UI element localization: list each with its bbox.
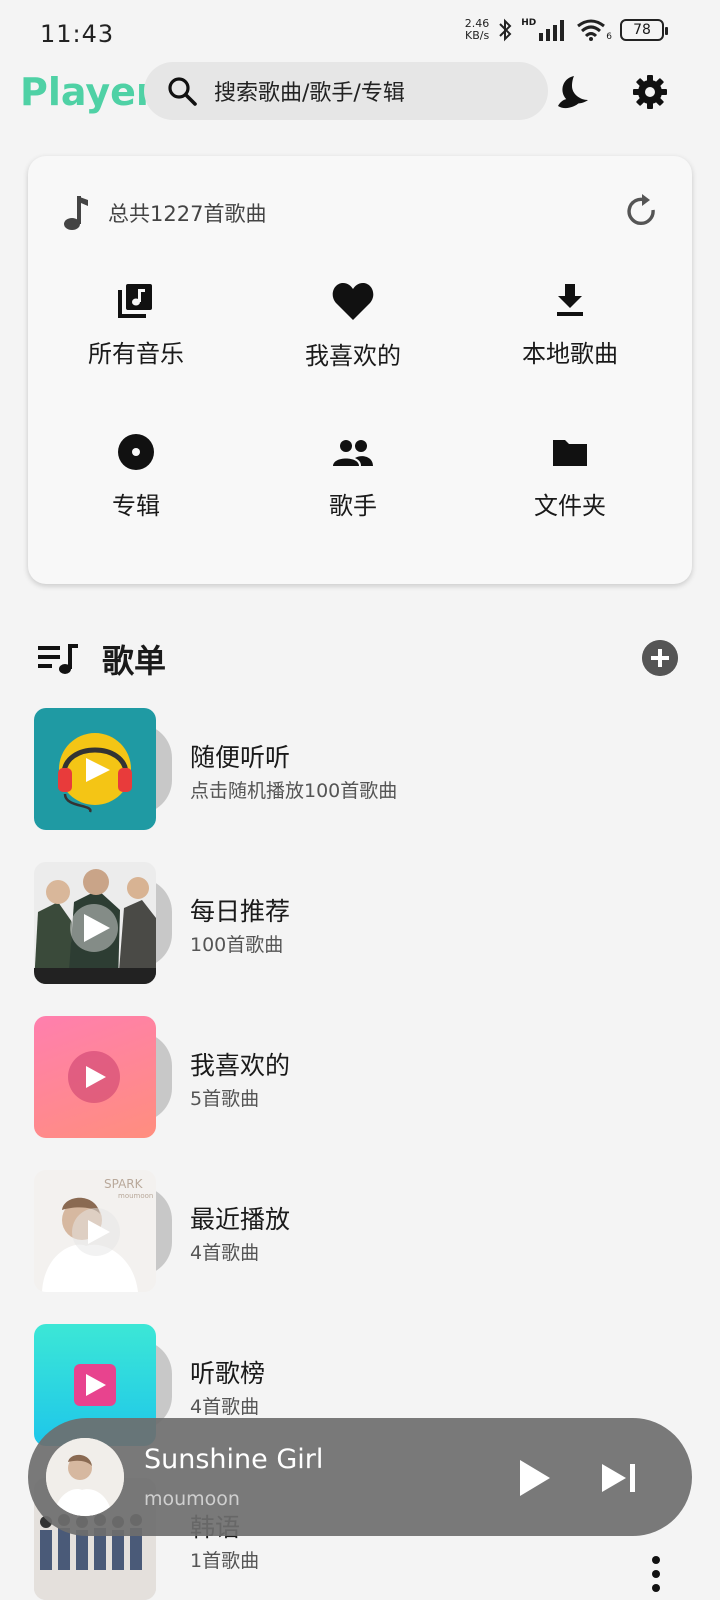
wifi-sub-label: 6 bbox=[606, 32, 612, 42]
library-item-favorites[interactable]: 我喜欢的 bbox=[253, 280, 453, 371]
now-playing-art bbox=[46, 1438, 124, 1516]
library-music-icon bbox=[118, 284, 152, 318]
total-songs-label: 总共1227首歌曲 bbox=[108, 202, 267, 226]
network-speed: 2.46 KB/s bbox=[464, 17, 490, 42]
signal-icon bbox=[539, 20, 565, 41]
playlist-subtitle: 1首歌曲 bbox=[190, 1550, 260, 1572]
playlist-subtitle: 5首歌曲 bbox=[190, 1088, 260, 1110]
playlist-cover bbox=[34, 1016, 156, 1138]
search-placeholder: 搜索歌曲/歌手/专辑 bbox=[214, 81, 405, 106]
playlist-cover bbox=[34, 708, 156, 830]
playlist-name: 每日推荐 bbox=[190, 897, 291, 926]
playlist-cover bbox=[34, 862, 156, 984]
playlist-subtitle: 100首歌曲 bbox=[190, 934, 284, 956]
album-photo-image bbox=[34, 862, 156, 984]
playlist-section-icon bbox=[38, 644, 78, 674]
album-icon bbox=[118, 434, 154, 470]
status-icons: 2.46 KB/s HD 6 78 bbox=[464, 17, 668, 42]
bluetooth-icon bbox=[499, 18, 512, 42]
app-logo: Player bbox=[20, 70, 155, 114]
search-bar[interactable]: 搜索歌曲/歌手/专辑 bbox=[144, 62, 548, 120]
download-icon bbox=[557, 284, 583, 316]
playlist-name: 随便听听 bbox=[190, 743, 291, 772]
playlist-section-title: 歌单 bbox=[102, 642, 167, 680]
status-time: 11:43 bbox=[40, 20, 115, 48]
library-item-all-music[interactable]: 所有音乐 bbox=[36, 280, 236, 369]
folder-icon bbox=[553, 440, 587, 466]
playlist-name: 最近播放 bbox=[190, 1205, 291, 1234]
album-photo-image: SPARK moumoon bbox=[34, 1170, 156, 1292]
heart-icon bbox=[332, 283, 374, 320]
playlist-item-liked[interactable]: 我喜欢的 5首歌曲 bbox=[34, 1016, 674, 1140]
playlist-item-random[interactable]: 随便听听 点击随机播放100首歌曲 bbox=[34, 708, 674, 832]
library-card: 总共1227首歌曲 所有音乐 我喜欢的 本地歌曲 专辑 歌手 文件夹 bbox=[28, 156, 692, 584]
add-playlist-button[interactable] bbox=[642, 640, 678, 676]
battery-indicator: 78 bbox=[620, 19, 668, 41]
album-photo-image bbox=[46, 1438, 124, 1516]
playlist-cover: SPARK moumoon bbox=[34, 1170, 156, 1292]
music-note-icon bbox=[64, 196, 88, 230]
more-vert-icon[interactable] bbox=[650, 1554, 662, 1594]
library-item-local-songs[interactable]: 本地歌曲 bbox=[470, 280, 670, 369]
playlist-subtitle: 点击随机播放100首歌曲 bbox=[190, 780, 398, 802]
signal-hd-label: HD bbox=[521, 18, 537, 28]
playlist-item-daily[interactable]: 每日推荐 100首歌曲 bbox=[34, 862, 674, 986]
playlist-subtitle: 4首歌曲 bbox=[190, 1242, 260, 1264]
status-bar: 11:43 2.46 KB/s HD 6 78 bbox=[0, 0, 720, 64]
library-item-folders[interactable]: 文件夹 bbox=[470, 432, 670, 521]
people-icon bbox=[333, 440, 373, 466]
search-icon bbox=[168, 77, 197, 106]
headphones-icon bbox=[58, 733, 132, 813]
playlist-item-recent[interactable]: SPARK moumoon 最近播放 4首歌曲 bbox=[34, 1170, 674, 1294]
now-playing-artist: moumoon bbox=[144, 1488, 240, 1510]
library-item-albums[interactable]: 专辑 bbox=[36, 432, 236, 521]
night-mode-icon[interactable] bbox=[552, 72, 592, 112]
settings-gear-icon[interactable] bbox=[630, 72, 670, 112]
playlist-name: 我喜欢的 bbox=[190, 1051, 291, 1080]
refresh-icon[interactable] bbox=[622, 192, 662, 232]
playlist-subtitle: 4首歌曲 bbox=[190, 1396, 260, 1418]
wifi-icon bbox=[577, 19, 606, 41]
playlist-name: 听歌榜 bbox=[190, 1359, 266, 1388]
play-button[interactable] bbox=[508, 1454, 556, 1502]
play-icon bbox=[68, 1051, 120, 1103]
svg-text:SPARK: SPARK bbox=[104, 1177, 144, 1191]
svg-text:moumoon: moumoon bbox=[118, 1192, 153, 1200]
library-item-artists[interactable]: 歌手 bbox=[253, 432, 453, 521]
mini-player[interactable]: Sunshine Girl moumoon bbox=[28, 1418, 692, 1536]
now-playing-title: Sunshine Girl bbox=[144, 1444, 324, 1475]
skip-next-button[interactable] bbox=[594, 1454, 644, 1502]
